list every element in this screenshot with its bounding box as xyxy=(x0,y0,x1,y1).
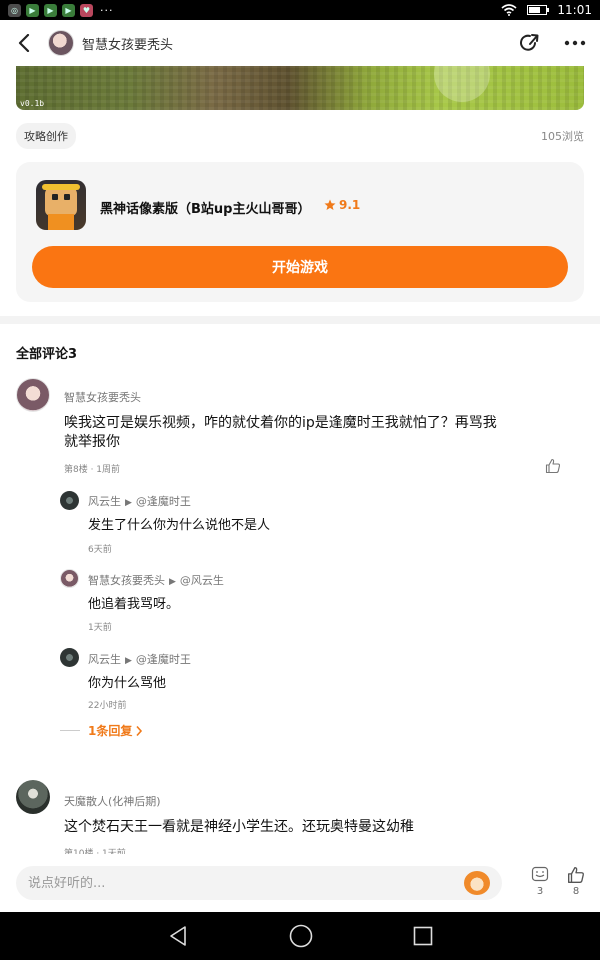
start-game-button[interactable]: 开始游戏 xyxy=(32,246,568,288)
reply-author-name[interactable]: 风云生 xyxy=(88,495,121,508)
system-navigation-bar xyxy=(0,912,600,960)
share-icon[interactable] xyxy=(518,32,540,54)
post-image[interactable]: v0.1b xyxy=(16,66,584,110)
reply-author-name[interactable]: 智慧女孩要秃头 xyxy=(88,574,165,587)
reply-target[interactable]: @逢魔时王 xyxy=(136,495,191,508)
more-replies-label: 1条回复 xyxy=(88,724,133,738)
comment-meta: 第8楼 · 1周前 xyxy=(64,465,121,475)
reply-author: 智慧女孩要秃头 ▶ @风云生 xyxy=(88,572,224,588)
comment-text-continued: 就举报你 xyxy=(64,434,120,450)
game-rating: 9.1 xyxy=(324,198,360,212)
reply-avatar[interactable] xyxy=(60,491,79,510)
commenter-avatar[interactable] xyxy=(16,378,50,412)
comment-text: 唉我这可是娱乐视频，咋的就仗着你的ip是逢魔时王我就怕了？再骂我 xyxy=(64,415,497,431)
clock: 11:01 xyxy=(557,3,592,17)
reply-arrow-icon: ▶ xyxy=(125,498,132,508)
reply-text: 他追着我骂呀。 xyxy=(88,597,180,612)
reply-arrow-icon: ▶ xyxy=(169,577,176,587)
game-icon[interactable] xyxy=(36,180,86,230)
rating-value: 9.1 xyxy=(339,198,361,212)
comment-meta: 第10楼 · 1天前 xyxy=(64,849,126,854)
chevron-right-icon xyxy=(136,725,143,736)
reply-time: 1天前 xyxy=(88,623,112,633)
post-meta-row: 攻略创作 105浏览 xyxy=(16,123,584,149)
play-app-icon: ▶ xyxy=(26,3,39,17)
wifi-icon xyxy=(501,4,517,16)
camera-app-icon: ◎ xyxy=(8,3,21,17)
thumbs-up-icon xyxy=(568,867,584,883)
reply-target[interactable]: @逢魔时王 xyxy=(136,653,191,666)
version-label: v0.1b xyxy=(20,99,45,108)
star-icon xyxy=(324,199,336,210)
play-app-icon: ▶ xyxy=(44,3,57,17)
category-tag[interactable]: 攻略创作 xyxy=(16,123,76,149)
author-name[interactable]: 智慧女孩要秃头 xyxy=(82,34,173,53)
reply-author-name[interactable]: 风云生 xyxy=(88,653,121,666)
nav-back-icon[interactable] xyxy=(167,925,189,947)
emoji-count: 3 xyxy=(536,886,544,897)
more-notifications: ··· xyxy=(100,3,114,17)
notification-icons: ◎ ▶ ▶ ▶ ♥ ··· xyxy=(8,3,114,17)
commenter-avatar[interactable] xyxy=(16,780,50,814)
like-icon[interactable] xyxy=(545,458,561,478)
emoji-mascot-icon[interactable] xyxy=(464,871,490,895)
reply-text: 发生了什么你为什么说他不是人 xyxy=(88,518,271,533)
nav-home-icon[interactable] xyxy=(289,924,313,948)
reply-avatar[interactable] xyxy=(60,569,79,588)
more-options-icon[interactable] xyxy=(564,40,586,46)
game-title[interactable]: 黑神话像素版（B站up主火山哥哥） xyxy=(100,198,310,217)
comments-header: 全部评论3 xyxy=(16,347,78,362)
more-replies-link[interactable]: 1条回复 xyxy=(60,722,143,739)
like-count: 8 xyxy=(572,886,580,897)
play-app-icon: ▶ xyxy=(62,3,75,17)
section-divider xyxy=(0,316,600,324)
comment-input-container[interactable] xyxy=(16,866,502,900)
commenter-name[interactable]: 天魔散人(化神后期) xyxy=(64,793,161,809)
emoji-reaction-button[interactable]: 3 xyxy=(528,866,552,897)
reply-author: 风云生 ▶ @逢魔时王 xyxy=(88,493,191,509)
reply-target[interactable]: @风云生 xyxy=(180,574,224,587)
app-notification-icon: ♥ xyxy=(80,3,93,17)
comment-input-bar: 3 8 xyxy=(0,858,600,912)
reply-time: 6天前 xyxy=(88,545,112,555)
view-count: 105浏览 xyxy=(541,130,584,143)
reply-time: 22小时前 xyxy=(88,701,127,711)
comment-text: 这个焚石天王一看就是神经小学生还。还玩奥特曼这幼稚 xyxy=(64,819,414,835)
back-icon[interactable] xyxy=(14,31,34,55)
status-bar: ◎ ▶ ▶ ▶ ♥ ··· 11:01 xyxy=(0,0,600,20)
author-avatar[interactable] xyxy=(48,30,74,56)
top-app-bar: 智慧女孩要秃头 xyxy=(0,20,600,66)
nav-recents-icon[interactable] xyxy=(413,926,433,946)
reply-text: 你为什么骂他 xyxy=(88,676,167,691)
commenter-name[interactable]: 智慧女孩要秃头 xyxy=(64,389,141,405)
battery-icon xyxy=(527,5,550,15)
comment-input[interactable] xyxy=(28,875,464,891)
reply-arrow-icon: ▶ xyxy=(125,656,132,666)
reply-avatar[interactable] xyxy=(60,648,79,667)
emoji-icon xyxy=(531,866,549,882)
game-card[interactable]: 黑神话像素版（B站up主火山哥哥） 9.1 开始游戏 xyxy=(16,162,584,302)
reply-author: 风云生 ▶ @逢魔时王 xyxy=(88,651,191,667)
like-button[interactable]: 8 xyxy=(564,866,588,897)
